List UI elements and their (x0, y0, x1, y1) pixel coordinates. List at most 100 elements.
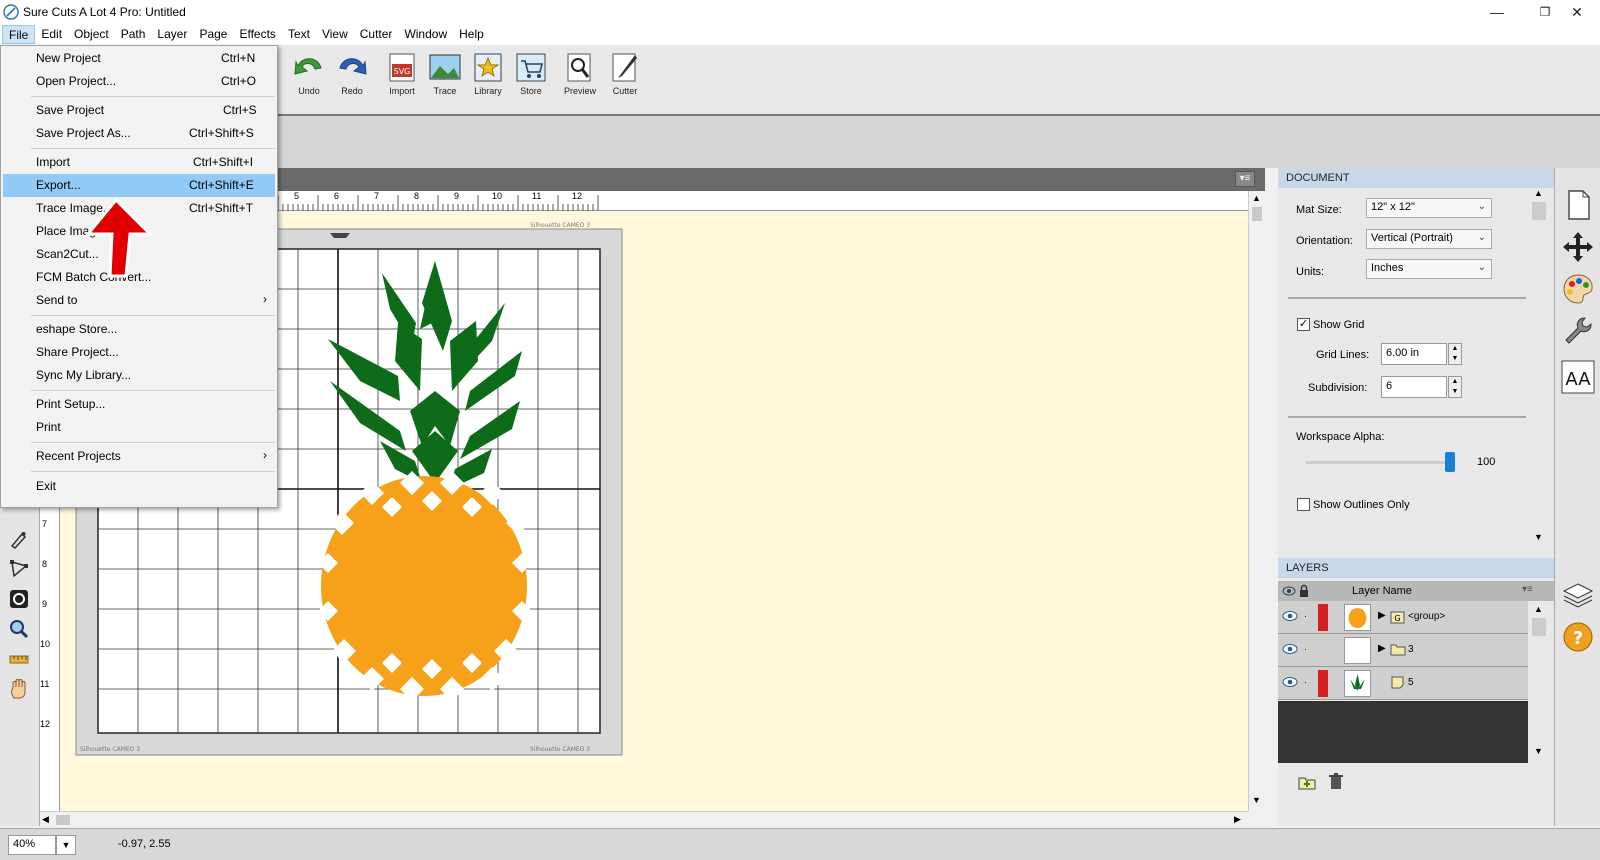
zoom-dropdown-icon[interactable]: ▼ (56, 835, 76, 855)
close-button[interactable]: ✕ (1554, 0, 1600, 24)
zoom-level-field[interactable]: 40% (8, 835, 56, 855)
horizontal-scrollbar[interactable]: ◀ ▶ (40, 811, 1248, 828)
scroll-left-icon[interactable]: ◀ (42, 814, 49, 825)
library-button[interactable]: Library (467, 52, 509, 112)
menu-edit[interactable]: Edit (35, 25, 68, 44)
menu-item-print-setup[interactable]: Print Setup... (3, 393, 275, 416)
menu-item-sync-library[interactable]: Sync My Library... (3, 364, 275, 387)
shape-layer-icon (1391, 676, 1404, 689)
grid-lines-input[interactable]: 6.00 in (1381, 343, 1447, 365)
layers-scroll-down-icon[interactable]: ▼ (1534, 746, 1543, 756)
menu-view[interactable]: View (316, 25, 354, 44)
scroll-up-icon[interactable]: ▲ (1252, 193, 1261, 203)
layer-row-5[interactable]: · 5 (1278, 667, 1528, 700)
menu-item-share-project[interactable]: Share Project... (3, 341, 275, 364)
eye-header-icon[interactable] (1282, 585, 1296, 597)
cutter-button[interactable]: Cutter (604, 52, 646, 112)
contour-tool-icon[interactable] (8, 588, 30, 610)
menu-text[interactable]: Text (282, 25, 316, 44)
undo-button[interactable]: Undo (288, 52, 330, 112)
layer-row-group[interactable]: · ▶ G <group> (1278, 601, 1528, 634)
menu-item-recent-projects[interactable]: Recent Projects › (3, 445, 275, 468)
units-select[interactable]: Inches ⌄ (1366, 259, 1492, 279)
horizontal-scroll-thumb[interactable] (56, 815, 70, 825)
lock-dot-icon[interactable]: · (1304, 677, 1307, 687)
alpha-slider-thumb[interactable] (1445, 452, 1455, 472)
expand-triangle-icon[interactable]: ▶ (1378, 643, 1386, 654)
hand-pan-icon[interactable] (8, 678, 30, 700)
menu-item-eshape-store[interactable]: eshape Store... (3, 318, 275, 341)
vertical-scrollbar[interactable]: ▲ ▼ (1248, 191, 1265, 811)
lock-dot-icon[interactable]: · (1304, 644, 1307, 654)
layer-name: 3 (1408, 644, 1414, 655)
layer-row-3[interactable]: · ▶ 3 (1278, 634, 1528, 667)
layers-scroll-up-icon[interactable]: ▲ (1534, 604, 1543, 614)
visibility-eye-icon[interactable] (1282, 676, 1298, 688)
delete-layer-trash-icon[interactable] (1328, 773, 1344, 790)
help-question-icon[interactable]: ? (1561, 620, 1595, 654)
lock-dot-icon[interactable]: · (1304, 611, 1307, 621)
layers-stack-icon[interactable] (1561, 578, 1595, 612)
subdivision-input[interactable]: 6 (1381, 376, 1447, 398)
canvas-options-icon[interactable]: ▾≡ (1235, 171, 1255, 187)
layers-scroll-thumb[interactable] (1532, 618, 1546, 636)
menu-item-print[interactable]: Print (3, 416, 275, 439)
mat-size-select[interactable]: 12" x 12" ⌄ (1366, 198, 1492, 218)
node-edit-icon[interactable] (8, 558, 30, 580)
layers-options-icon[interactable]: ▾≡ (1522, 584, 1533, 595)
status-bar: 40% ▼ -0.97, 2.55 (0, 828, 1600, 860)
lock-header-icon[interactable] (1298, 584, 1310, 598)
menu-layer[interactable]: Layer (151, 25, 193, 44)
trace-button[interactable]: Trace (424, 52, 466, 112)
menu-file[interactable]: File (2, 25, 36, 44)
menu-page[interactable]: Page (193, 25, 233, 44)
menu-object[interactable]: Object (68, 25, 115, 44)
text-font-icon[interactable]: AA (1561, 360, 1595, 394)
preview-button[interactable]: Preview (559, 52, 601, 112)
store-button[interactable]: Store (510, 52, 552, 112)
menu-item-send-to[interactable]: Send to › (3, 289, 275, 312)
scroll-right-icon[interactable]: ▶ (1234, 814, 1241, 825)
document-panel-icon[interactable] (1561, 188, 1595, 222)
menu-help[interactable]: Help (453, 25, 490, 44)
orientation-select[interactable]: Vertical (Portrait) ⌄ (1366, 229, 1492, 249)
show-grid-checkbox[interactable]: ✓ (1297, 318, 1310, 331)
grid-lines-stepper[interactable]: ▲ ▼ (1448, 343, 1462, 365)
menu-path[interactable]: Path (115, 25, 152, 44)
layer-color-swatch[interactable] (1318, 670, 1328, 697)
ruler-label-5: 5 (294, 191, 300, 201)
add-layer-icon[interactable] (1298, 774, 1316, 790)
minimize-button[interactable]: — (1474, 0, 1520, 24)
alpha-slider-track[interactable] (1306, 461, 1451, 464)
menu-item-save-project-as[interactable]: Save Project As... Ctrl+Shift+S (3, 122, 275, 145)
expand-triangle-icon[interactable]: ▶ (1378, 610, 1386, 621)
menu-effects[interactable]: Effects (233, 25, 281, 44)
menu-item-save-project[interactable]: Save Project Ctrl+S (3, 99, 275, 122)
menu-item-open-project[interactable]: Open Project... Ctrl+O (3, 70, 275, 93)
color-palette-icon[interactable] (1561, 272, 1595, 306)
ruler-tool-icon[interactable] (8, 648, 30, 670)
pen-tool-icon[interactable] (8, 528, 30, 550)
visibility-eye-icon[interactable] (1282, 610, 1298, 622)
subdivision-stepper[interactable]: ▲ ▼ (1448, 376, 1462, 398)
menu-cutter[interactable]: Cutter (354, 25, 399, 44)
import-button[interactable]: SVG Import (381, 52, 423, 112)
menu-item-exit[interactable]: Exit (3, 475, 275, 498)
visibility-eye-icon[interactable] (1282, 643, 1298, 655)
redo-button[interactable]: Redo (331, 52, 373, 112)
layer-color-swatch[interactable] (1318, 604, 1328, 631)
menu-item-new-project[interactable]: New Project Ctrl+N (3, 47, 275, 70)
wrench-settings-icon[interactable] (1561, 314, 1595, 348)
zoom-tool-icon[interactable] (8, 618, 30, 640)
panel-scroll-up-icon[interactable]: ▲ (1534, 188, 1543, 198)
menu-window[interactable]: Window (398, 25, 453, 44)
scroll-down-icon[interactable]: ▼ (1252, 795, 1261, 805)
vertical-scroll-thumb[interactable] (1252, 207, 1262, 221)
svg-text:G: G (1394, 614, 1400, 623)
panel-scroll-down-icon[interactable]: ▼ (1534, 532, 1543, 542)
menu-item-export[interactable]: Export... Ctrl+Shift+E (3, 174, 275, 197)
panel-scroll-thumb[interactable] (1532, 202, 1546, 220)
move-transform-icon[interactable] (1561, 230, 1595, 264)
show-outlines-checkbox[interactable] (1297, 498, 1310, 511)
menu-item-import[interactable]: Import Ctrl+Shift+I (3, 151, 275, 174)
